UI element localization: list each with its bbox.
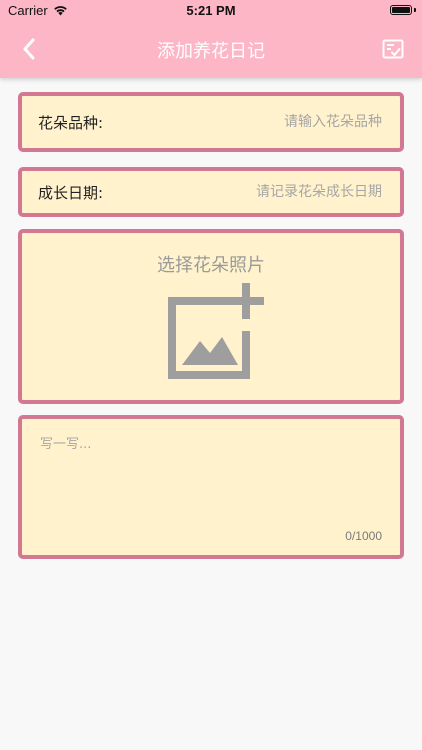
date-label: 成长日期: bbox=[38, 183, 104, 202]
photo-picker[interactable]: 选择花朵照片 bbox=[18, 229, 404, 404]
variety-label: 花朵品种: bbox=[38, 113, 104, 132]
add-photo-icon bbox=[168, 283, 264, 379]
note-char-counter: 0/1000 bbox=[345, 529, 382, 543]
battery-icon bbox=[390, 5, 412, 15]
save-button[interactable] bbox=[380, 36, 406, 62]
variety-input[interactable] bbox=[180, 96, 384, 148]
photo-picker-label: 选择花朵照片 bbox=[157, 255, 265, 276]
header: Carrier 5:21 PM 添加养花日记 bbox=[0, 0, 422, 78]
page-title: 添加养花日记 bbox=[157, 41, 265, 62]
battery-tip bbox=[414, 8, 416, 12]
nav-bar: 添加养花日记 bbox=[0, 22, 422, 78]
status-bar: Carrier 5:21 PM bbox=[0, 0, 422, 22]
variety-row: 花朵品种: bbox=[18, 92, 404, 152]
status-time: 5:21 PM bbox=[186, 3, 236, 18]
note-card: 0/1000 bbox=[18, 415, 404, 559]
date-input[interactable] bbox=[180, 171, 384, 213]
checklist-icon bbox=[382, 39, 404, 59]
note-textarea[interactable] bbox=[38, 431, 382, 525]
date-row: 成长日期: bbox=[18, 167, 404, 217]
battery-level bbox=[392, 7, 410, 13]
